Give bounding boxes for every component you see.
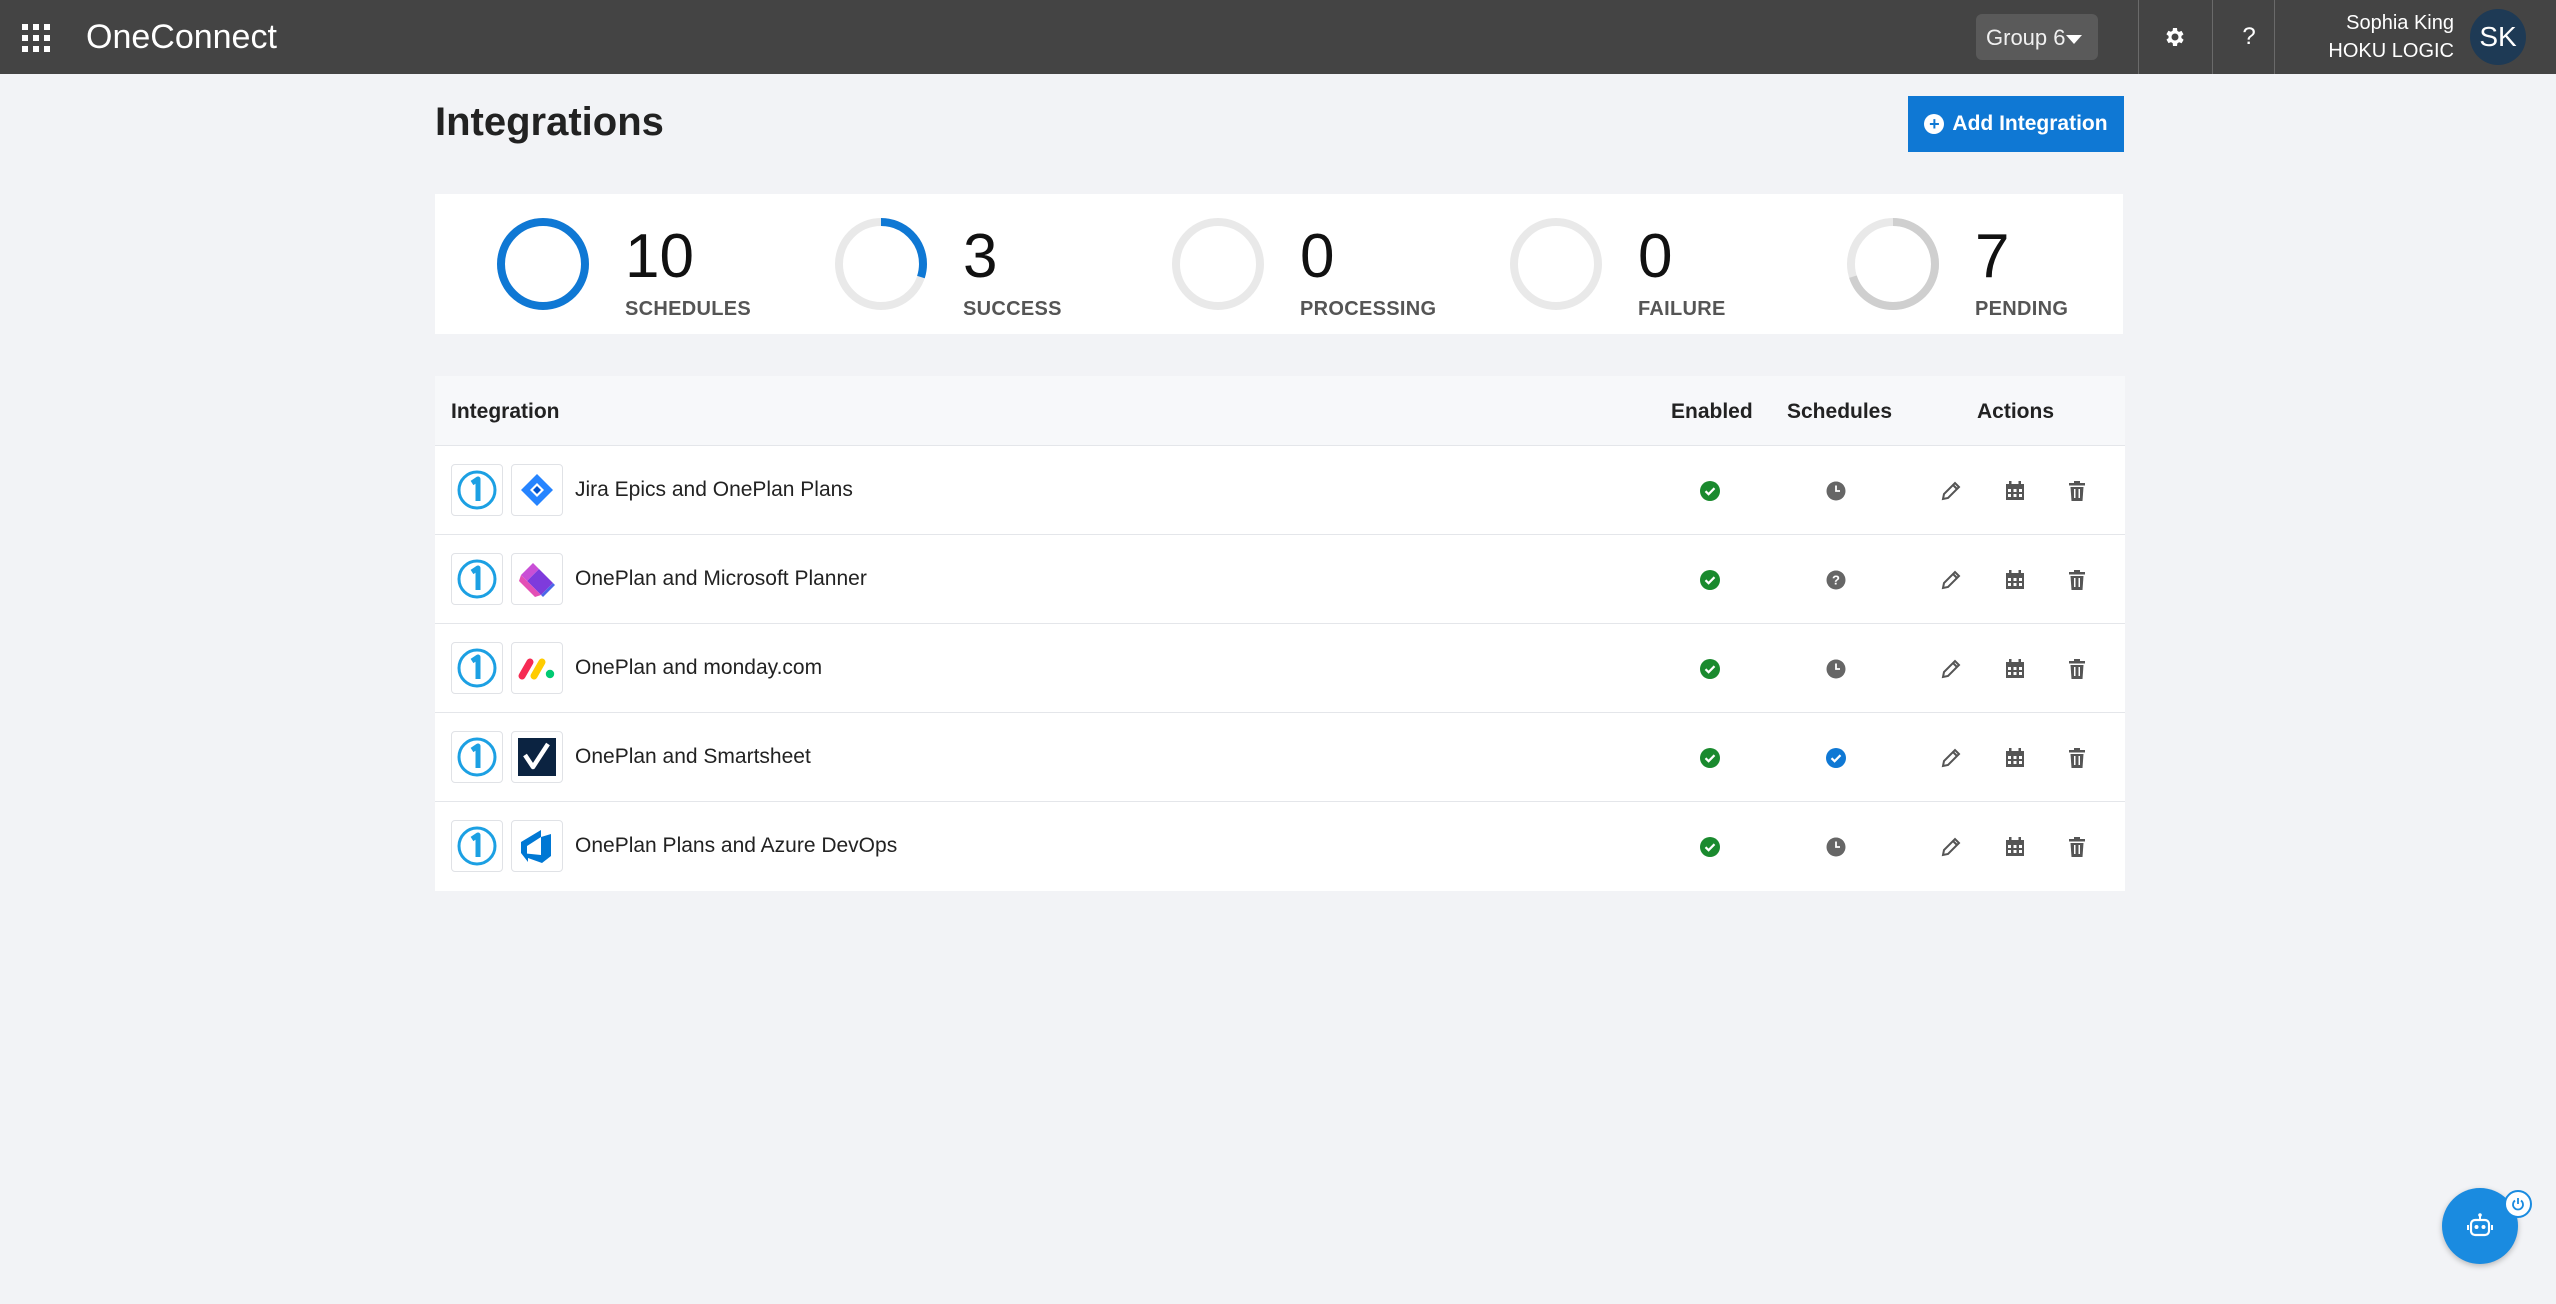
divider	[2274, 0, 2275, 74]
gear-icon	[2166, 28, 2184, 46]
delete-icon[interactable]	[2065, 568, 2089, 592]
help-icon: ?	[2242, 23, 2256, 50]
ring-chart-schedules	[497, 218, 589, 310]
stats-card: 10 SCHEDULES 3 SUCCESS 0 PROCESSING 0 FA…	[435, 194, 2123, 334]
ring-chart-failure	[1510, 218, 1602, 310]
table-header: Integration Enabled Schedules Actions	[435, 376, 2125, 446]
edit-icon[interactable]	[1939, 568, 1963, 592]
oneplan-logo-icon	[451, 731, 503, 783]
table-row[interactable]: Jira Epics and OnePlan Plans	[435, 446, 2125, 535]
delete-icon[interactable]	[2065, 746, 2089, 770]
calendar-icon[interactable]	[2003, 479, 2027, 503]
calendar-icon[interactable]	[2003, 657, 2027, 681]
integration-name[interactable]: OnePlan and monday.com	[575, 656, 822, 680]
jira-icon	[511, 464, 563, 516]
column-header-schedules[interactable]: Schedules	[1787, 400, 1892, 424]
group-select[interactable]: Group 6	[1976, 14, 2098, 60]
column-header-actions: Actions	[1977, 400, 2055, 423]
page-title: Integrations	[435, 100, 664, 144]
oneplan-logo-icon	[451, 820, 503, 872]
check-blue-icon[interactable]	[1825, 747, 1847, 769]
enabled-check-icon[interactable]	[1699, 658, 1721, 680]
column-header-enabled[interactable]: Enabled	[1671, 400, 1753, 424]
enabled-check-icon[interactable]	[1699, 836, 1721, 858]
stat-label: SCHEDULES	[625, 298, 752, 320]
delete-icon[interactable]	[2065, 479, 2089, 503]
edit-icon[interactable]	[1939, 479, 1963, 503]
settings-button[interactable]	[2138, 0, 2212, 74]
robot-icon	[2467, 1213, 2493, 1237]
integration-name[interactable]: Jira Epics and OnePlan Plans	[575, 478, 853, 502]
svg-text:?: ?	[1832, 573, 1840, 588]
oneplan-logo-icon	[451, 464, 503, 516]
stat-value: 10	[625, 222, 694, 291]
edit-icon[interactable]	[1939, 835, 1963, 859]
delete-icon[interactable]	[2065, 657, 2089, 681]
enabled-check-icon[interactable]	[1699, 747, 1721, 769]
table-row[interactable]: OnePlan Plans and Azure DevOps	[435, 802, 2125, 891]
table-row[interactable]: OnePlan and monday.com	[435, 624, 2125, 713]
stat-label: SUCCESS	[963, 298, 1062, 320]
stat-value: 0	[1300, 222, 1335, 291]
user-org: HOKU LOGIC	[2328, 40, 2454, 62]
top-bar: OneConnect Group 6 ? Sophia King HOKU LO…	[0, 0, 2556, 74]
stat-label: PENDING	[1975, 298, 2069, 320]
stat-value: 3	[963, 222, 998, 291]
app-title[interactable]: OneConnect	[86, 18, 277, 57]
integrations-table: Integration Enabled Schedules Actions Ji…	[435, 376, 2125, 891]
integration-name[interactable]: OnePlan Plans and Azure DevOps	[575, 834, 897, 858]
delete-icon[interactable]	[2065, 835, 2089, 859]
power-icon[interactable]	[2504, 1190, 2532, 1218]
question-icon[interactable]: ?	[1825, 569, 1847, 591]
stat-label: FAILURE	[1638, 298, 1726, 320]
calendar-icon[interactable]	[2003, 835, 2027, 859]
clock-icon[interactable]	[1825, 658, 1847, 680]
edit-icon[interactable]	[1939, 657, 1963, 681]
table-row[interactable]: OnePlan and Smartsheet	[435, 713, 2125, 802]
oneplan-logo-icon	[451, 642, 503, 694]
smartsheet-icon	[511, 731, 563, 783]
caret-down-icon	[2066, 35, 2082, 44]
calendar-icon[interactable]	[2003, 746, 2027, 770]
calendar-icon[interactable]	[2003, 568, 2027, 592]
user-name: Sophia King	[2346, 12, 2454, 34]
clock-icon[interactable]	[1825, 836, 1847, 858]
add-integration-button[interactable]: + Add Integration	[1908, 96, 2124, 152]
stat-value: 7	[1975, 222, 2010, 291]
app-launcher-icon[interactable]	[22, 24, 50, 52]
column-header-integration[interactable]: Integration	[451, 400, 560, 424]
monday-icon	[511, 642, 563, 694]
ring-chart-success	[835, 218, 927, 310]
integration-name[interactable]: OnePlan and Smartsheet	[575, 745, 811, 769]
clock-icon[interactable]	[1825, 480, 1847, 502]
oneplan-logo-icon	[451, 553, 503, 605]
enabled-check-icon[interactable]	[1699, 480, 1721, 502]
stat-label: PROCESSING	[1300, 298, 1437, 320]
edit-icon[interactable]	[1939, 746, 1963, 770]
ring-chart-processing	[1172, 218, 1264, 310]
table-row[interactable]: OnePlan and Microsoft Planner ?	[435, 535, 2125, 624]
azure-devops-icon	[511, 820, 563, 872]
plus-circle-icon: +	[1924, 114, 1945, 134]
enabled-check-icon[interactable]	[1699, 569, 1721, 591]
group-select-value: Group 6	[1986, 25, 2066, 50]
stat-value: 0	[1638, 222, 1673, 291]
integration-name[interactable]: OnePlan and Microsoft Planner	[575, 567, 867, 591]
ring-chart-pending	[1847, 218, 1939, 310]
microsoft-planner-icon	[511, 553, 563, 605]
add-integration-label: Add Integration	[1952, 112, 2108, 135]
avatar[interactable]: SK	[2470, 9, 2526, 65]
